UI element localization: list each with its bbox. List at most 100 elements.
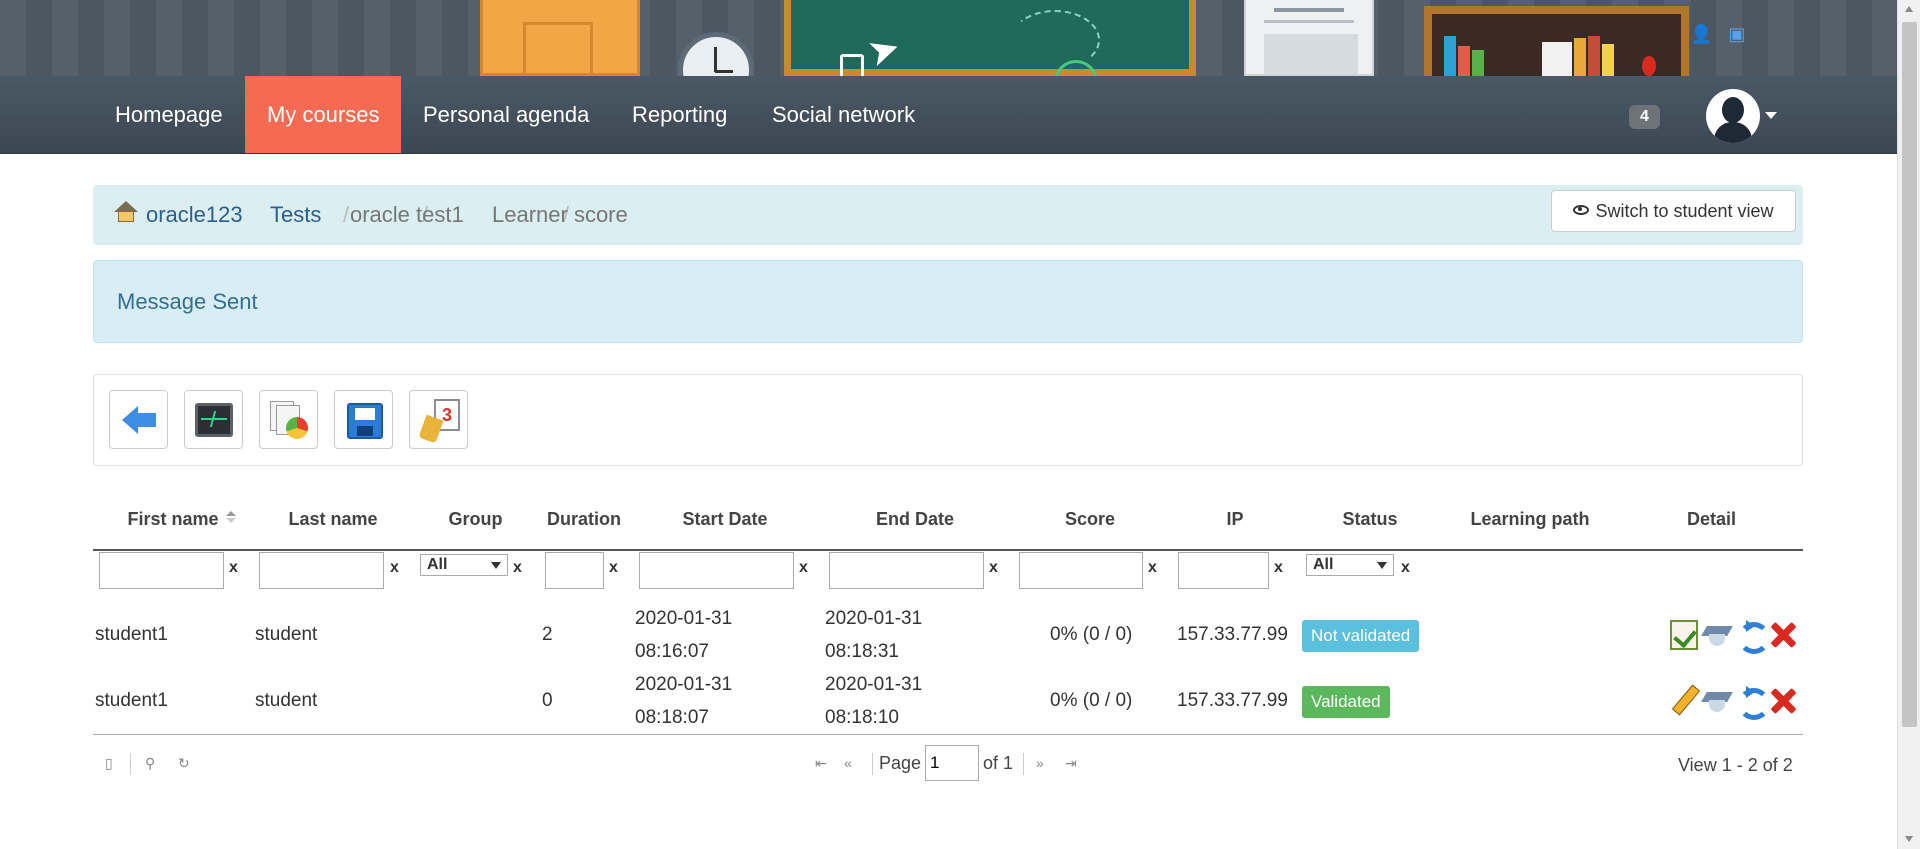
- table-row[interactable]: student1 student 0 2020-01-31 08:18:07 2…: [93, 668, 1803, 734]
- quiz-check-icon[interactable]: [1670, 620, 1698, 650]
- next-page-icon[interactable]: »: [1036, 755, 1050, 771]
- nav-my-courses[interactable]: My courses: [245, 76, 402, 153]
- refresh-icon[interactable]: ↻: [178, 755, 192, 771]
- teacher-board-icon[interactable]: ▣: [1728, 24, 1745, 44]
- cell-ip: 157.33.77.99: [1177, 690, 1288, 711]
- home-icon[interactable]: [114, 201, 138, 223]
- filter-clear-button[interactable]: x: [390, 559, 399, 577]
- edit-pencil-icon[interactable]: [1670, 686, 1698, 716]
- first-page-icon[interactable]: ⇤: [815, 755, 829, 771]
- cell-ip: 157.33.77.99: [1177, 624, 1288, 645]
- status-badge: Validated: [1302, 686, 1390, 718]
- col-duration[interactable]: Duration: [538, 495, 630, 543]
- col-score[interactable]: Score: [1010, 495, 1170, 543]
- col-end-date[interactable]: End Date: [820, 495, 1010, 543]
- scroll-up-icon[interactable]: [1905, 6, 1913, 12]
- prev-page-icon[interactable]: «: [844, 755, 858, 771]
- table-pager: ▯ ⚲ ↻ ⇤ « Page of 1 » ⇥ View 1 - 2 of 2: [93, 734, 1803, 790]
- page-number-input[interactable]: [925, 745, 979, 781]
- nav-homepage[interactable]: Homepage: [93, 76, 245, 153]
- filter-ip-input[interactable]: [1178, 552, 1269, 589]
- report-chart-icon: [270, 401, 310, 439]
- vertical-scrollbar[interactable]: [1897, 0, 1920, 849]
- filter-end-date-input[interactable]: [829, 552, 984, 589]
- filter-clear-button[interactable]: x: [229, 559, 238, 577]
- filter-clear-button[interactable]: x: [1274, 559, 1283, 577]
- learner-hat-icon[interactable]: [1703, 686, 1731, 716]
- filter-start-date-input[interactable]: [639, 552, 794, 589]
- cell-score: 0% (0 / 0): [1050, 624, 1133, 645]
- nav-reporting[interactable]: Reporting: [610, 76, 749, 153]
- view-summary: View 1 - 2 of 2: [1678, 755, 1793, 775]
- cell-start-date: 2020-01-31: [635, 674, 733, 695]
- nav-social-network[interactable]: Social network: [750, 76, 937, 153]
- clean-results-button[interactable]: 3: [409, 390, 468, 449]
- back-arrow-icon: [122, 406, 156, 434]
- last-page-icon[interactable]: ⇥: [1065, 755, 1079, 771]
- pager-divider: [130, 753, 131, 775]
- regenerate-icon[interactable]: [1736, 686, 1770, 720]
- add-record-icon[interactable]: ▯: [105, 755, 119, 771]
- filter-clear-button[interactable]: x: [1148, 559, 1157, 577]
- chevron-down-icon: [1377, 562, 1387, 569]
- col-start-date[interactable]: Start Date: [630, 495, 820, 543]
- cell-score: 0% (0 / 0): [1050, 690, 1133, 711]
- filter-status-value: All: [1313, 556, 1334, 573]
- reports-button[interactable]: [259, 390, 318, 449]
- nav-personal-agenda[interactable]: Personal agenda: [401, 76, 611, 153]
- clean-results-icon: 3: [418, 399, 462, 444]
- chevron-down-icon[interactable]: [1765, 112, 1777, 119]
- pager-divider: [1023, 753, 1024, 775]
- table-row[interactable]: student1 student 2 2020-01-31 08:16:07 2…: [93, 602, 1803, 668]
- cell-start-date: 2020-01-31: [635, 608, 733, 629]
- col-group[interactable]: Group: [413, 495, 538, 543]
- banner-dotted-path: [1010, 10, 1100, 70]
- regenerate-icon[interactable]: [1736, 620, 1770, 654]
- col-learning-path[interactable]: Learning path: [1440, 495, 1620, 543]
- info-alert: Message Sent: [93, 260, 1803, 343]
- save-button[interactable]: [334, 390, 393, 449]
- banner-clock-illustration: [678, 32, 754, 76]
- header-banner: ➤ 👤 ▣: [0, 0, 1897, 76]
- breadcrumb-tests[interactable]: Tests: [270, 185, 321, 245]
- filter-status-select[interactable]: All: [1306, 554, 1394, 576]
- notification-badge[interactable]: 4: [1629, 105, 1660, 129]
- col-ip[interactable]: IP: [1170, 495, 1300, 543]
- banner-poster-illustration: [1244, 0, 1374, 76]
- results-table-header: First name Last name Group Duration Star…: [93, 495, 1803, 551]
- filter-clear-button[interactable]: x: [799, 559, 808, 577]
- scroll-thumb[interactable]: [1902, 22, 1917, 727]
- filter-clear-button[interactable]: x: [989, 559, 998, 577]
- filter-score-input[interactable]: [1019, 552, 1143, 589]
- monitor-button[interactable]: [184, 390, 243, 449]
- breadcrumb-course[interactable]: oracle123: [146, 185, 243, 245]
- page-count-label: of 1: [983, 753, 1014, 773]
- cell-last-name: student: [255, 690, 318, 711]
- delete-icon[interactable]: [1769, 686, 1797, 716]
- cell-last-name: student: [255, 624, 318, 645]
- page-label: Page: [879, 753, 922, 773]
- filter-last-name-input[interactable]: [259, 552, 384, 589]
- filter-clear-button[interactable]: x: [1401, 559, 1410, 577]
- col-last-name[interactable]: Last name: [253, 495, 413, 543]
- filter-clear-button[interactable]: x: [609, 559, 618, 577]
- user-count-icon[interactable]: 👤: [1690, 24, 1712, 44]
- breadcrumb-test-name: oracle test1: [350, 202, 464, 227]
- filter-first-name-input[interactable]: [99, 552, 224, 589]
- delete-icon[interactable]: [1769, 620, 1797, 650]
- learner-hat-icon[interactable]: [1703, 620, 1731, 650]
- filter-clear-button[interactable]: x: [513, 559, 522, 577]
- scroll-down-icon[interactable]: [1905, 836, 1913, 842]
- main-navbar: Homepage My courses Personal agenda Repo…: [0, 76, 1897, 154]
- col-status[interactable]: Status: [1300, 495, 1440, 543]
- back-button[interactable]: [109, 390, 168, 449]
- eye-icon: [1573, 205, 1590, 216]
- filter-duration-input[interactable]: [545, 552, 604, 589]
- breadcrumb: oracle123 / Tests / oracle test1 / Learn…: [93, 185, 1803, 245]
- filter-group-select[interactable]: All: [420, 554, 508, 576]
- search-icon[interactable]: ⚲: [145, 755, 159, 771]
- switch-student-view-button[interactable]: Switch to student view: [1551, 190, 1796, 232]
- avatar[interactable]: [1706, 89, 1760, 143]
- cell-duration: 2: [542, 624, 553, 645]
- cell-first-name: student1: [95, 690, 168, 711]
